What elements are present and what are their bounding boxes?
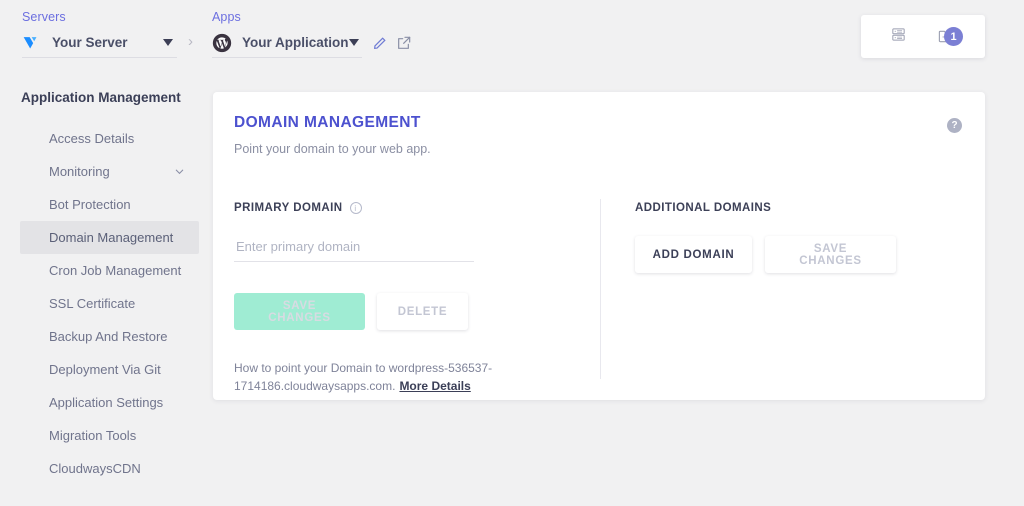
server-list-icon[interactable] — [890, 26, 907, 48]
sidebar-item-domain-management[interactable]: Domain Management — [20, 221, 199, 254]
sidebar-item-list: Access Details Monitoring Bot Protection Do… — [0, 122, 200, 485]
breadcrumb-apps-label: Apps — [212, 10, 241, 24]
sidebar-item-monitoring[interactable]: Monitoring — [20, 155, 199, 188]
breadcrumb-servers: Servers Your Server — [22, 10, 177, 58]
additional-domains-section: ADDITIONAL DOMAINS ADD DOMAIN SAVE CHANG… — [635, 202, 955, 273]
sidebar-item-label: Bot Protection — [49, 197, 131, 212]
breadcrumb-servers-label: Servers — [22, 10, 66, 24]
sidebar-item-backup-and-restore[interactable]: Backup And Restore — [20, 320, 199, 353]
primary-domain-input[interactable] — [234, 235, 474, 262]
sidebar-item-label: Domain Management — [49, 230, 174, 245]
sidebar-item-label: Migration Tools — [49, 428, 137, 443]
primary-domain-section: PRIMARY DOMAIN i SAVE CHANGES DELETE How… — [234, 202, 584, 395]
external-link-icon[interactable] — [394, 33, 414, 53]
help-icon[interactable]: ? — [947, 118, 962, 133]
utility-card: 1 — [861, 15, 985, 58]
primary-domain-actions: SAVE CHANGES DELETE — [234, 293, 584, 330]
chevron-down-icon[interactable] — [174, 166, 185, 177]
sidebar-item-label: Application Settings — [49, 395, 164, 410]
add-domain-button[interactable]: ADD DOMAIN — [635, 236, 752, 273]
chevron-down-icon[interactable] — [348, 39, 359, 46]
additional-domains-actions: ADD DOMAIN SAVE CHANGES — [635, 236, 955, 273]
server-selector[interactable]: Your Server — [22, 30, 177, 58]
domain-hint: How to point your Domain to wordpress-53… — [234, 359, 564, 395]
sidebar-item-access-details[interactable]: Access Details — [20, 122, 199, 155]
sidebar-item-label: Monitoring — [49, 164, 110, 179]
vertical-divider — [600, 199, 601, 379]
breadcrumb-apps: Apps Your Application — [212, 10, 362, 58]
domain-management-card: DOMAIN MANAGEMENT Point your domain to y… — [213, 92, 985, 400]
application-selector[interactable]: Your Application — [212, 30, 362, 58]
sidebar-item-label: Cron Job Management — [49, 263, 182, 278]
sidebar-item-application-settings[interactable]: Application Settings — [20, 386, 199, 419]
sidebar-item-label: SSL Certificate — [49, 296, 136, 311]
breadcrumb-separator: › — [188, 33, 193, 50]
primary-domain-label-text: PRIMARY DOMAIN — [234, 202, 343, 214]
sidebar-item-label: Deployment Via Git — [49, 362, 161, 377]
primary-domain-label: PRIMARY DOMAIN i — [234, 202, 584, 214]
page-title: DOMAIN MANAGEMENT — [234, 114, 421, 131]
more-details-link[interactable]: More Details — [399, 379, 470, 393]
info-icon[interactable]: i — [349, 202, 362, 214]
primary-save-changes-button[interactable]: SAVE CHANGES — [234, 293, 365, 330]
sidebar-item-ssl-certificate[interactable]: SSL Certificate — [20, 287, 199, 320]
edit-pencil-icon[interactable] — [370, 33, 390, 53]
wordpress-logo-icon — [212, 33, 232, 53]
breadcrumb-app-name: Your Application — [242, 35, 349, 50]
app-root: Servers Your Server › Apps Your Applicat… — [0, 0, 1024, 506]
sidebar-item-cloudwayscdn[interactable]: CloudwaysCDN — [20, 452, 199, 485]
breadcrumb-server-name: Your Server — [52, 35, 128, 50]
page-subtitle: Point your domain to your web app. — [234, 142, 431, 156]
folder-badge-count: 1 — [944, 27, 963, 46]
sidebar-item-cron-job-management[interactable]: Cron Job Management — [20, 254, 199, 287]
primary-delete-button[interactable]: DELETE — [377, 293, 468, 330]
sidebar-item-migration-tools[interactable]: Migration Tools — [20, 419, 199, 452]
sidebar: Application Management Access Details Mon… — [0, 90, 200, 485]
sidebar-title: Application Management — [21, 90, 181, 105]
sidebar-item-label: Backup And Restore — [49, 329, 168, 344]
additional-save-changes-button[interactable]: SAVE CHANGES — [765, 236, 896, 273]
sidebar-item-bot-protection[interactable]: Bot Protection — [20, 188, 199, 221]
sidebar-item-label: CloudwaysCDN — [49, 461, 141, 476]
sidebar-item-label: Access Details — [49, 131, 135, 146]
top-breadcrumb-bar: Servers Your Server › Apps Your Applicat… — [0, 0, 1024, 74]
sidebar-item-deployment-via-git[interactable]: Deployment Via Git — [20, 353, 199, 386]
additional-domains-label: ADDITIONAL DOMAINS — [635, 202, 772, 214]
vultr-logo-icon — [22, 33, 42, 53]
chevron-down-icon[interactable] — [163, 39, 173, 46]
